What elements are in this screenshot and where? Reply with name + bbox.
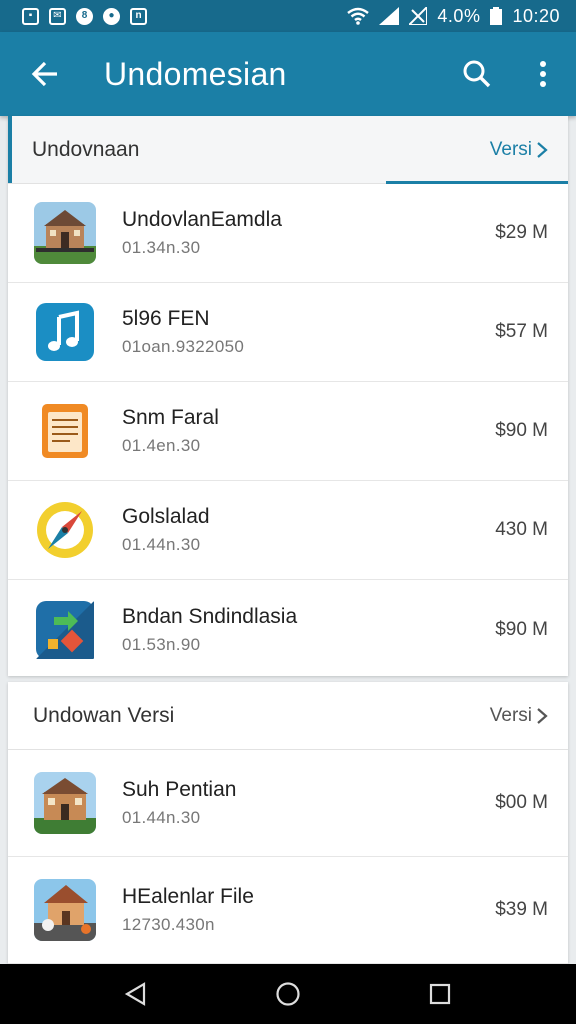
item-version: 01.53n.90 (122, 634, 201, 654)
item-size: $39 M (495, 899, 548, 920)
section-title: Undowan Versi (33, 703, 175, 727)
app-bar: Undomesian (0, 32, 576, 116)
item-name: HEalenlar File (122, 885, 254, 908)
compass-icon (34, 499, 96, 561)
item-version: 01.44n.30 (122, 808, 201, 827)
section-header-2: Undowan Versi Versi (8, 682, 568, 750)
list-item[interactable]: UndovlanEamdla 01.34n.30 $29 M (8, 184, 568, 283)
section-link-label: Versi (489, 138, 532, 160)
section-title: Undovnaan (32, 137, 140, 161)
list-item[interactable]: Bndan Sndindlasia 01.53n.90 $90 M (8, 580, 568, 679)
item-version: 01.44n.30 (122, 535, 201, 554)
item-size: $57 M (495, 321, 548, 342)
list-item[interactable]: 5l96 FEN 01oan.9322050 $57 M (8, 283, 568, 382)
list-item[interactable]: Suh Pentian 01.44n.30 $00 M (8, 750, 568, 857)
house-photo-icon (34, 879, 96, 941)
item-size: $00 M (495, 792, 548, 813)
nav-home-icon (276, 982, 300, 1006)
nav-back-button[interactable] (106, 964, 166, 1024)
item-version: 12730.430n (122, 915, 215, 934)
wifi-icon (347, 7, 370, 25)
record-icon: ● (103, 7, 120, 25)
section-accent-bar (8, 116, 12, 183)
battery-percent: 4.0% (437, 5, 481, 26)
nav-home-button[interactable] (258, 964, 318, 1024)
image-icon: ▪ (22, 7, 39, 25)
battery-icon (490, 7, 503, 25)
system-nav-bar (0, 964, 576, 1024)
status-icons-right: 4.0% 10:20 (347, 6, 560, 27)
item-name: Suh Pentian (122, 778, 237, 801)
section-version-link[interactable]: Versi (490, 139, 548, 161)
page-title: Undomesian (104, 55, 287, 92)
no-signal-icon (409, 7, 428, 25)
item-name: Golslalad (122, 505, 210, 528)
item-name: UndovlanEamdla (122, 208, 282, 231)
item-size: $90 M (495, 618, 548, 640)
clock: 10:20 (512, 5, 560, 26)
message-icon: ✉ (49, 7, 66, 25)
status-bar: ▪ ✉ 8 ● n 4.0% 10:20 (0, 0, 576, 32)
nav-recents-button[interactable] (410, 964, 470, 1024)
edit-tool-icon (34, 599, 96, 661)
list-item[interactable]: HEalenlar File 12730.430n $39 M (8, 857, 568, 964)
more-vert-icon (540, 61, 546, 87)
search-button[interactable] (444, 32, 510, 116)
music-note-icon (34, 301, 96, 363)
section-version-link[interactable]: Versi (490, 705, 548, 727)
item-version: 01.34n.30 (122, 238, 201, 257)
search-icon (463, 60, 491, 88)
section-link-label: Versi (489, 704, 532, 726)
item-name: 5l96 FEN (122, 307, 210, 330)
item-size: 430 M (495, 519, 548, 540)
nav-back-icon (124, 982, 146, 1006)
section-header-1: Undovnaan Versi (8, 116, 568, 184)
back-arrow-icon (31, 61, 57, 87)
section-card-1: Undovnaan Versi UndovlanEamdla 01.34n.30… (8, 116, 568, 676)
tab-indicator (386, 181, 568, 184)
item-size: $29 M (495, 222, 548, 243)
sync-icon: 8 (76, 7, 93, 25)
item-version: 01oan.9322050 (122, 337, 245, 356)
item-name: Bndan Sndindlasia (122, 604, 298, 628)
item-name: Snm Faral (122, 406, 219, 429)
section-card-2: Undowan Versi Versi Suh Pentian 01.44n.3… (8, 682, 568, 964)
item-size: $90 M (495, 420, 548, 441)
document-icon (34, 400, 96, 462)
building-photo-icon (34, 772, 96, 834)
list-item[interactable]: Golslalad 01.44n.30 430 M (8, 481, 568, 580)
back-button[interactable] (0, 32, 90, 116)
list-item[interactable]: Snm Faral 01.4en.30 $90 M (8, 382, 568, 481)
status-icons-left: ▪ ✉ 8 ● n (22, 7, 147, 25)
chevron-right-icon (537, 707, 548, 724)
notification-icon: n (130, 7, 147, 25)
building-photo-icon (34, 202, 96, 264)
nav-recents-icon (429, 983, 451, 1005)
chevron-right-icon (537, 141, 548, 158)
signal-icon (379, 7, 400, 25)
item-version: 01.4en.30 (122, 436, 201, 455)
more-options-button[interactable] (510, 32, 576, 116)
